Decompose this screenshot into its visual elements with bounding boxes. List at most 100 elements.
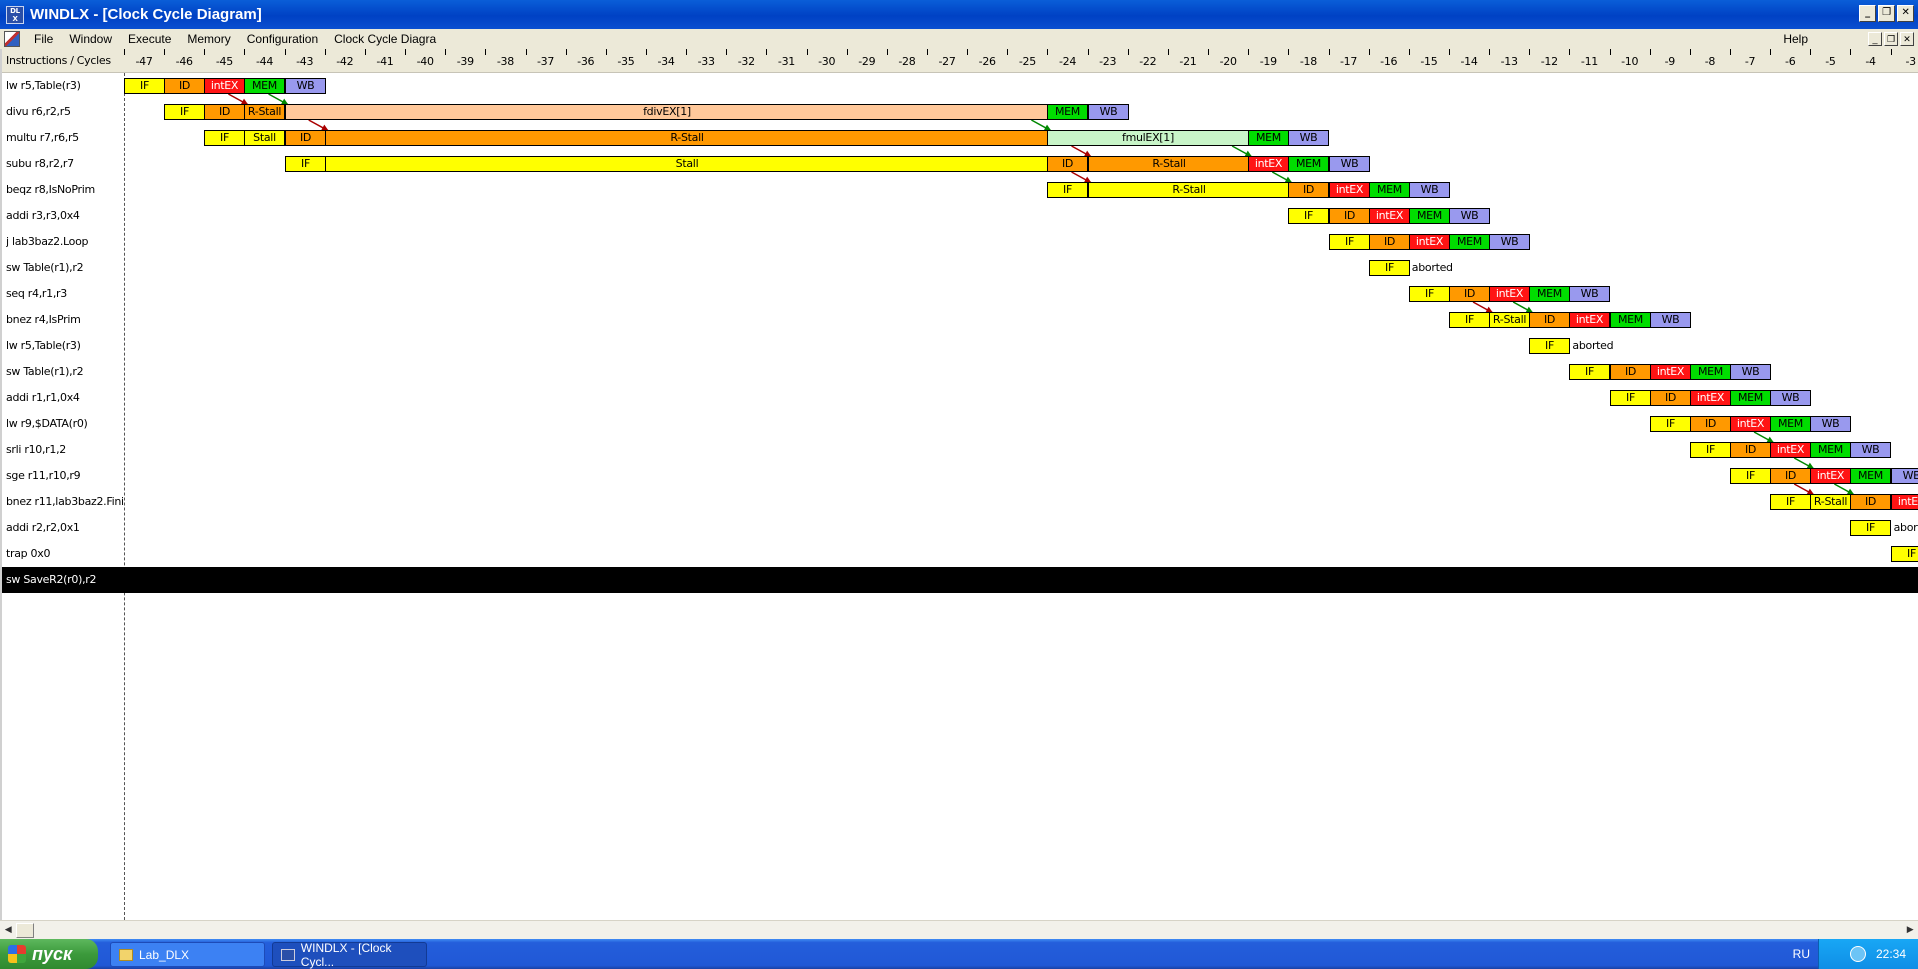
pipeline-stage-id: ID (204, 104, 245, 120)
menu-help[interactable]: Help (1775, 32, 1816, 46)
cycle-tick-label: -19 (1259, 55, 1277, 68)
mdi-restore-button[interactable]: ❐ (1884, 32, 1898, 46)
menu-bar: File Window Execute Memory Configuration… (0, 29, 1918, 49)
cycle-tick-label: -18 (1299, 55, 1317, 68)
cycle-tick-label: -33 (697, 55, 715, 68)
pipeline-stage-mem: MEM (1770, 416, 1811, 432)
header-label: Instructions / Cycles (6, 54, 111, 67)
pipeline-stage-mem: MEM (1047, 104, 1088, 120)
instruction-label[interactable]: sge r11,r10,r9 (6, 463, 124, 489)
pipeline-stage-r-stall: R-Stall (325, 130, 1049, 146)
pipeline-stage-wb: WB (1409, 182, 1450, 198)
cycle-tick-label: -22 (1139, 55, 1157, 68)
pipeline-stage-id: ID (1690, 416, 1731, 432)
menu-configuration[interactable]: Configuration (239, 32, 326, 46)
cycle-tick-mark (1128, 49, 1129, 55)
scroll-right-icon[interactable]: ▶ (1902, 923, 1918, 938)
instruction-label[interactable]: addi r2,r2,0x1 (6, 515, 124, 541)
cycle-tick-mark (1088, 49, 1089, 55)
cycle-tick-mark (1047, 49, 1048, 55)
mdi-document-icon[interactable] (4, 31, 20, 47)
pipeline-stage-if: IF (164, 104, 205, 120)
cycle-tick-label: -20 (1219, 55, 1237, 68)
instruction-label[interactable]: subu r8,r2,r7 (6, 151, 124, 177)
pipeline-stage-mem: MEM (1850, 468, 1891, 484)
instruction-label[interactable]: addi r3,r3,0x4 (6, 203, 124, 229)
instruction-label[interactable]: sw Table(r1),r2 (6, 255, 124, 281)
pipeline-stage-r-stall: R-Stall (1088, 156, 1250, 172)
menu-execute[interactable]: Execute (120, 32, 179, 46)
taskbar: пуск Lab_DLX WINDLX - [Clock Cycl... RU … (0, 939, 1918, 969)
cycle-tick-mark (766, 49, 767, 55)
language-indicator[interactable]: RU (1793, 939, 1810, 969)
cycle-tick-mark (244, 49, 245, 55)
network-icon[interactable] (1849, 946, 1866, 962)
cycle-tick-mark (526, 49, 527, 55)
scroll-thumb[interactable] (16, 923, 34, 938)
taskbar-button-lab-dlx[interactable]: Lab_DLX (110, 942, 265, 967)
instruction-label[interactable]: seq r4,r1,r3 (6, 281, 124, 307)
instruction-label[interactable]: multu r7,r6,r5 (6, 125, 124, 151)
instruction-label[interactable]: sw Table(r1),r2 (6, 359, 124, 385)
start-button[interactable]: пуск (0, 939, 98, 969)
pipeline-stage-if: IF (204, 130, 245, 146)
cycle-tick-label: -41 (376, 55, 394, 68)
horizontal-scrollbar[interactable]: ◀ ▶ (0, 920, 1918, 939)
cycle-tick-label: -47 (135, 55, 153, 68)
instruction-label[interactable]: divu r6,r2,r5 (6, 99, 124, 125)
cycle-tick-mark (967, 49, 968, 55)
clock: 22:34 (1875, 947, 1906, 961)
cycle-tick-mark (405, 49, 406, 55)
instruction-label[interactable]: lw r9,$DATA(r0) (6, 411, 124, 437)
instruction-label[interactable]: addi r1,r1,0x4 (6, 385, 124, 411)
pipeline-stage-if: IF (1529, 338, 1570, 354)
restore-button[interactable]: ❐ (1878, 5, 1895, 22)
pipeline-stage-id: ID (1850, 494, 1891, 510)
pipeline-stage-id: ID (1529, 312, 1570, 328)
cycle-tick-label: -13 (1500, 55, 1518, 68)
minimize-button[interactable]: _ (1859, 5, 1876, 22)
pipeline-stage-wb: WB (1770, 390, 1811, 406)
instruction-label[interactable]: sw SaveR2(r0),r2 (6, 567, 124, 593)
cycle-tick-mark (606, 49, 607, 55)
pipeline-stage-mem: MEM (1449, 234, 1490, 250)
menu-clock-cycle-diagram[interactable]: Clock Cycle Diagra (326, 32, 444, 46)
instruction-label[interactable]: bnez r11,lab3baz2.Finish (6, 489, 124, 515)
menu-file[interactable]: File (26, 32, 61, 46)
instruction-label[interactable]: srli r10,r1,2 (6, 437, 124, 463)
title-bar[interactable]: DL X WINDLX - [Clock Cycle Diagram] _ ❐ ✕ (0, 0, 1918, 29)
folder-icon (119, 948, 133, 961)
instruction-label[interactable]: lw r5,Table(r3) (6, 333, 124, 359)
cycle-tick-label: -37 (537, 55, 555, 68)
pipeline-stage-id: ID (285, 130, 326, 146)
instruction-label[interactable]: beqz r8,IsNoPrim (6, 177, 124, 203)
start-label: пуск (32, 943, 73, 964)
cycle-tick-mark (1569, 49, 1570, 55)
instruction-label[interactable]: bnez r4,IsPrim (6, 307, 124, 333)
pipeline-stage-wb: WB (1449, 208, 1490, 224)
pipeline-stage-wb: WB (1288, 130, 1329, 146)
cycle-tick-mark (1730, 49, 1731, 55)
taskbar-button-windlx[interactable]: WINDLX - [Clock Cycl... (272, 941, 427, 969)
mdi-close-button[interactable]: ✕ (1900, 32, 1914, 46)
cycle-tick-mark (1489, 49, 1490, 55)
mdi-minimize-button[interactable]: _ (1868, 32, 1882, 46)
pipeline-stage-if: IF (1569, 364, 1610, 380)
clock-cycle-diagram[interactable]: Instructions / Cycles -47 -46 -45 -44 -43 -42… (2, 49, 1918, 920)
pipeline-stage-wb: WB (285, 78, 326, 94)
instruction-label[interactable]: lw r5,Table(r3) (6, 73, 124, 99)
cycle-tick-label: -3 (1905, 55, 1916, 68)
scroll-left-icon[interactable]: ◀ (0, 923, 16, 938)
windlx-app-icon[interactable]: DL X (6, 5, 24, 24)
instruction-label[interactable]: trap 0x0 (6, 541, 124, 567)
pipeline-stage-if: IF (1891, 546, 1918, 562)
pipeline-stage-intex: intEX (204, 78, 245, 94)
cycle-tick-label: -4 (1865, 55, 1876, 68)
close-button[interactable]: ✕ (1897, 5, 1914, 22)
cycle-tick-label: -16 (1380, 55, 1398, 68)
instruction-label[interactable]: j lab3baz2.Loop (6, 229, 124, 255)
selected-instruction-row[interactable]: sw SaveR2(r0),r2 (2, 567, 1918, 593)
menu-memory[interactable]: Memory (179, 32, 238, 46)
pipeline-stage-intex: intEX (1770, 442, 1811, 458)
menu-window[interactable]: Window (61, 32, 120, 46)
